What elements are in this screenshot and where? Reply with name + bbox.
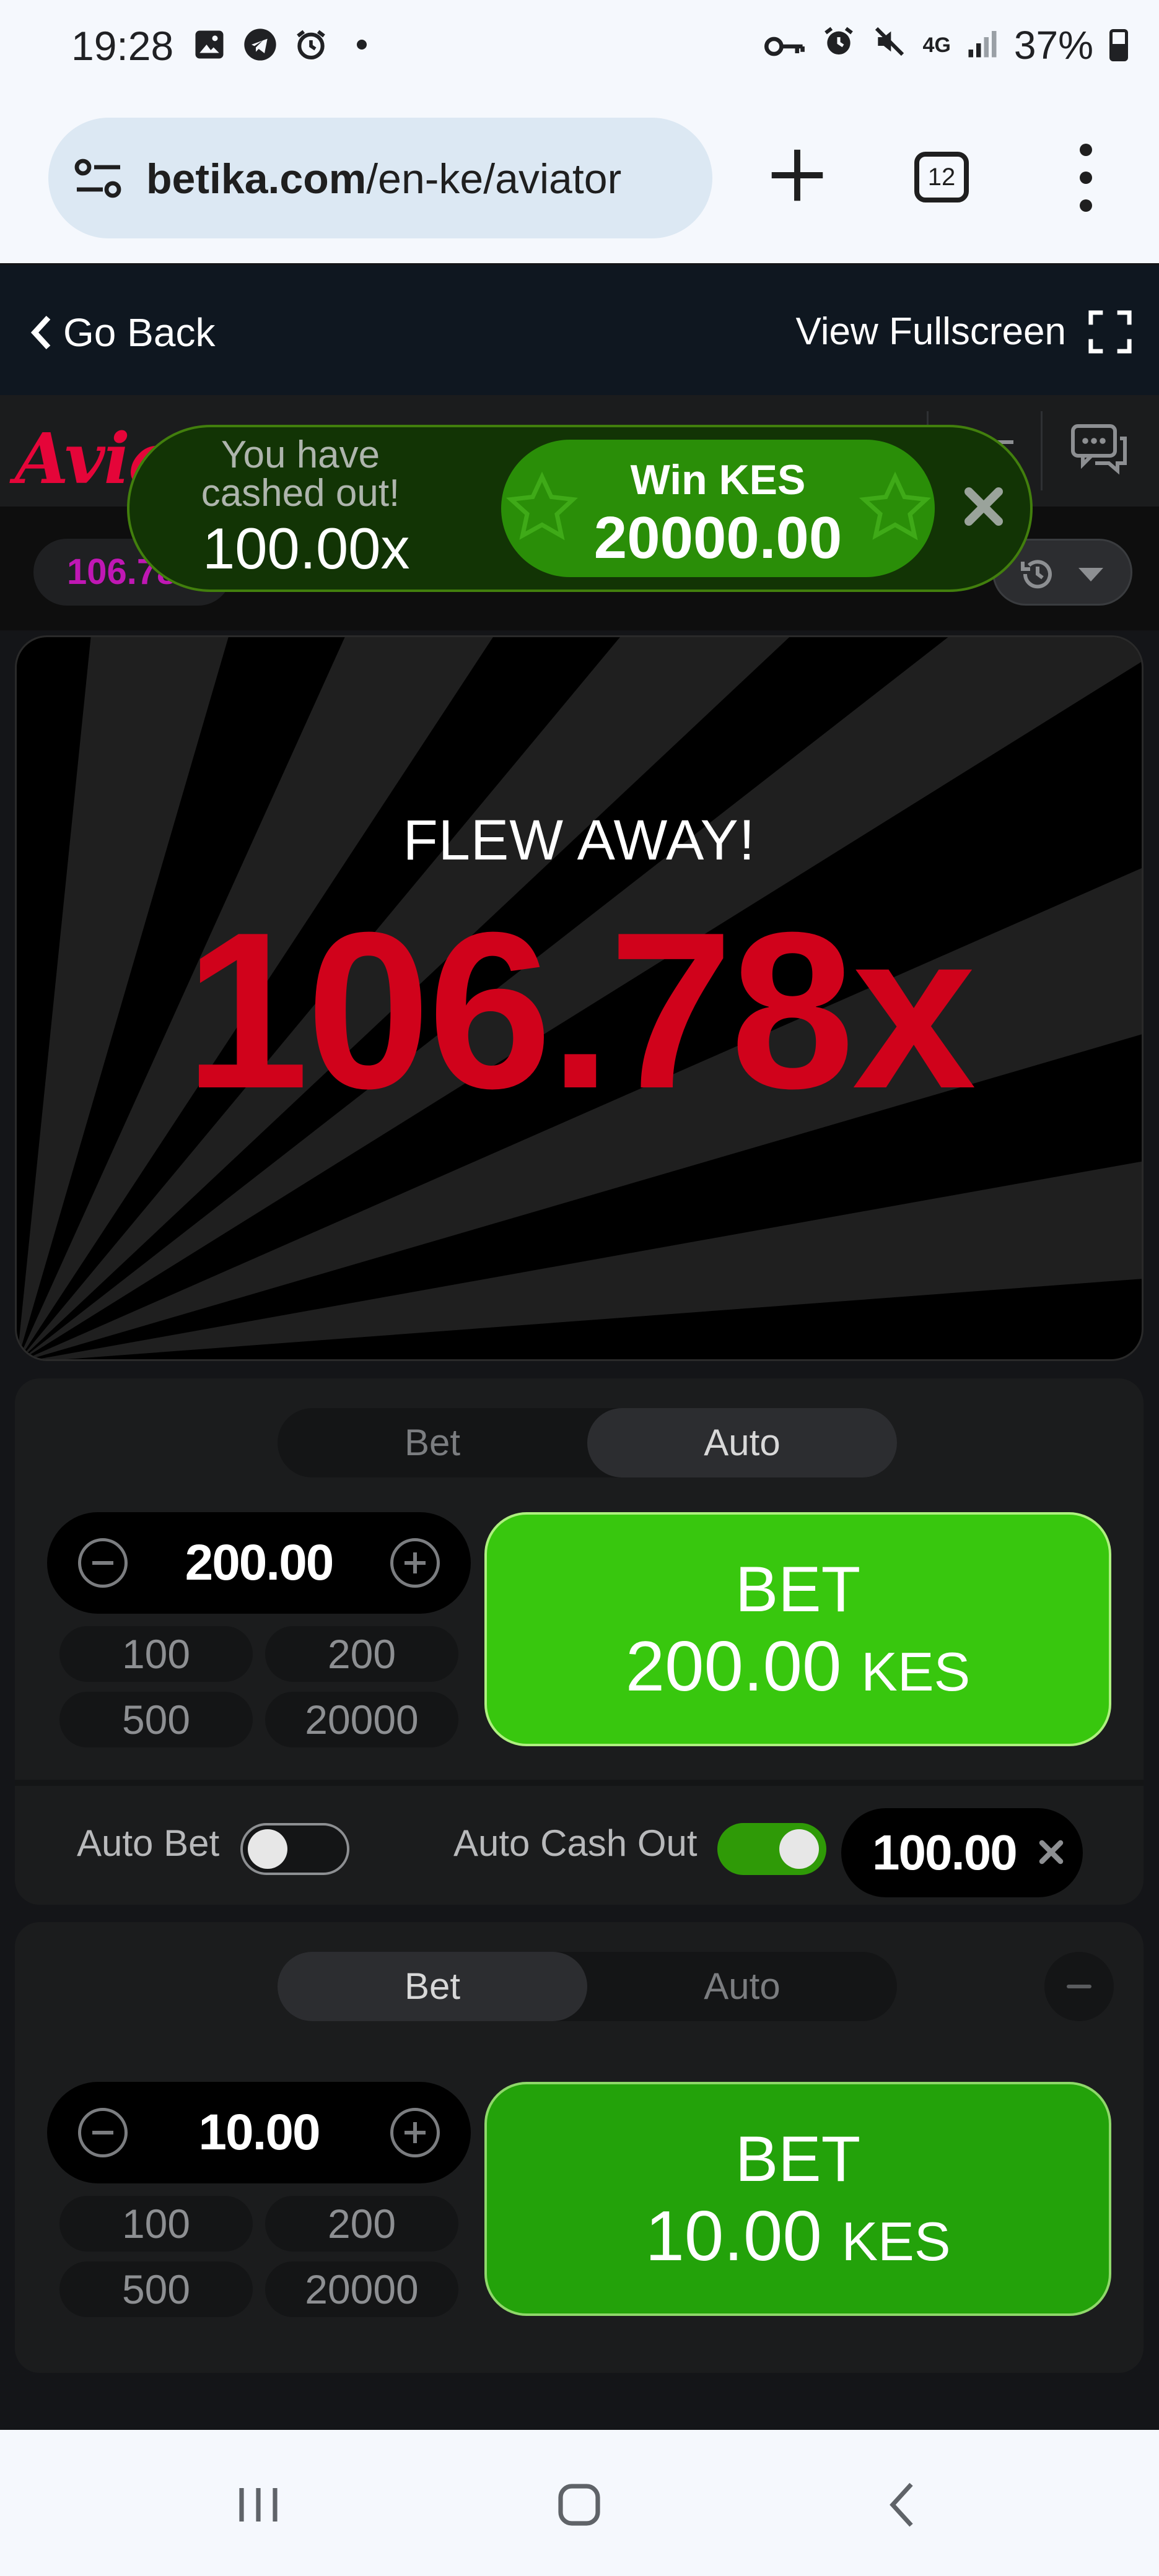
- url-path: /en-ke/aviator: [366, 155, 622, 202]
- auto-bet-toggle[interactable]: [240, 1823, 349, 1875]
- auto-cashout-label: Auto Cash Out: [453, 1822, 698, 1864]
- win-label: Win KES: [630, 456, 806, 503]
- remove-panel-button[interactable]: [1044, 1952, 1114, 2021]
- bet-mode-tabs: Bet Auto: [278, 1408, 897, 1477]
- stake-stepper: 200.00: [47, 1512, 471, 1614]
- tab-count: 12: [927, 163, 956, 191]
- auto-options-row: Auto Bet Auto Cash Out 100.00: [15, 1786, 1144, 1905]
- back-icon[interactable]: [876, 2477, 932, 2533]
- dot-icon: [344, 27, 379, 62]
- new-tab-icon[interactable]: [763, 141, 831, 209]
- toggle-knob: [779, 1829, 819, 1869]
- battery-percent: 37%: [1013, 23, 1093, 67]
- key-icon: [764, 22, 805, 68]
- quick-amount-chip[interactable]: 200: [265, 2196, 458, 2252]
- url-text[interactable]: betika.com/en-ke/aviator: [146, 155, 621, 203]
- browser-toolbar: betika.com/en-ke/aviator 12: [0, 93, 1159, 263]
- tab-bet[interactable]: Bet: [278, 1952, 587, 2021]
- bet-button[interactable]: BET 200.00 KES: [484, 1512, 1111, 1746]
- mute-icon: [872, 22, 907, 68]
- bet-button-amount: 200.00 KES: [625, 1627, 971, 1706]
- auto-bet-label: Auto Bet: [77, 1822, 220, 1864]
- panel-divider: [15, 1780, 1144, 1786]
- telegram-icon: [243, 27, 278, 62]
- stake-value[interactable]: 10.00: [128, 2082, 390, 2183]
- stake-stepper: 10.00: [47, 2082, 471, 2183]
- quick-amount-chip[interactable]: 20000: [265, 1692, 458, 1747]
- bet-panel-2: Bet Auto 10.00 100 200 500 20000 BET 10.…: [15, 1922, 1144, 2373]
- quick-amount-chip[interactable]: 100: [59, 1626, 253, 1682]
- url-domain: betika.com: [146, 155, 367, 202]
- quick-amount-chip[interactable]: 500: [59, 1692, 253, 1747]
- tab-switcher-button[interactable]: 12: [914, 152, 969, 202]
- fullscreen-icon: [1088, 310, 1132, 354]
- gallery-icon: [192, 27, 227, 62]
- tab-auto[interactable]: Auto: [587, 1408, 897, 1477]
- increase-stake-button[interactable]: [390, 1538, 440, 1588]
- caret-down-icon: [1078, 568, 1103, 581]
- header-divider: [1041, 411, 1043, 490]
- quick-amount-chip[interactable]: 500: [59, 2261, 253, 2317]
- crash-multiplier: 106.78x: [185, 886, 976, 1135]
- win-badge: Win KES 20000.00: [501, 440, 935, 577]
- alarm-icon-right: [821, 22, 856, 68]
- go-back-button[interactable]: Go Back: [30, 310, 215, 355]
- round-status: FLEW AWAY!: [403, 809, 756, 872]
- status-bar: 19:28 4G 37%: [0, 0, 1159, 93]
- bet-button[interactable]: BET 10.00 KES: [484, 2082, 1111, 2316]
- network-type: 4G: [922, 33, 951, 57]
- cashout-notification: You have cashed out! 100.00x Win KES 200…: [127, 425, 1033, 592]
- home-icon[interactable]: [551, 2477, 607, 2533]
- increase-stake-button[interactable]: [390, 2108, 440, 2157]
- browser-menu-icon[interactable]: [1070, 144, 1101, 212]
- recent-apps-icon[interactable]: [230, 2477, 286, 2533]
- close-icon[interactable]: [959, 482, 1008, 531]
- fullscreen-button[interactable]: View Fullscreen: [796, 310, 1132, 354]
- stake-value[interactable]: 200.00: [128, 1512, 390, 1614]
- alarm-icon: [294, 27, 328, 62]
- bet-button-amount: 10.00 KES: [645, 2197, 951, 2276]
- status-time: 19:28: [71, 23, 174, 69]
- win-amount: 20000.00: [593, 505, 842, 571]
- signal-icon: [967, 22, 998, 68]
- chat-icon[interactable]: [1070, 424, 1130, 476]
- chevron-left-icon: [30, 315, 51, 350]
- bet-mode-tabs: Bet Auto: [278, 1952, 897, 2021]
- quick-amount-chip[interactable]: 20000: [265, 2261, 458, 2317]
- history-icon: [1021, 560, 1052, 589]
- cashout-message: You have cashed out!: [201, 433, 400, 515]
- tab-bet[interactable]: Bet: [278, 1408, 587, 1477]
- quick-amount-chip[interactable]: 100: [59, 2196, 253, 2252]
- quick-amount-chip[interactable]: 200: [265, 1626, 458, 1682]
- system-nav-bar: [0, 2430, 1159, 2576]
- bet-button-label: BET: [735, 2123, 861, 2195]
- notification-icons: [192, 27, 379, 62]
- address-bar[interactable]: betika.com/en-ke/aviator: [48, 118, 712, 238]
- site-top-bar: Go Back View Fullscreen: [0, 265, 1159, 395]
- decrease-stake-button[interactable]: [78, 1538, 128, 1588]
- status-right: 4G 37%: [764, 22, 1128, 68]
- go-back-label: Go Back: [63, 310, 216, 355]
- bet-panel-1: Bet Auto 200.00 100 200 500 20000 BET 20…: [15, 1378, 1144, 1905]
- decrease-stake-button[interactable]: [78, 2108, 128, 2157]
- game-stage: FLEW AWAY! 106.78x: [15, 635, 1144, 1361]
- battery-icon: [1109, 29, 1128, 61]
- toggle-knob: [248, 1829, 287, 1869]
- aviator-screen: 19:28 4G 37% betika.com/en-ke/aviator 12…: [0, 0, 1159, 2576]
- site-settings-icon[interactable]: [74, 159, 123, 198]
- auto-cashout-toggle[interactable]: [717, 1823, 826, 1875]
- fullscreen-label: View Fullscreen: [795, 310, 1066, 353]
- cashout-multiplier: 100.00x: [203, 516, 410, 581]
- tab-auto[interactable]: Auto: [587, 1952, 897, 2021]
- bet-button-label: BET: [735, 1554, 861, 1625]
- clear-icon[interactable]: [1036, 1837, 1067, 1868]
